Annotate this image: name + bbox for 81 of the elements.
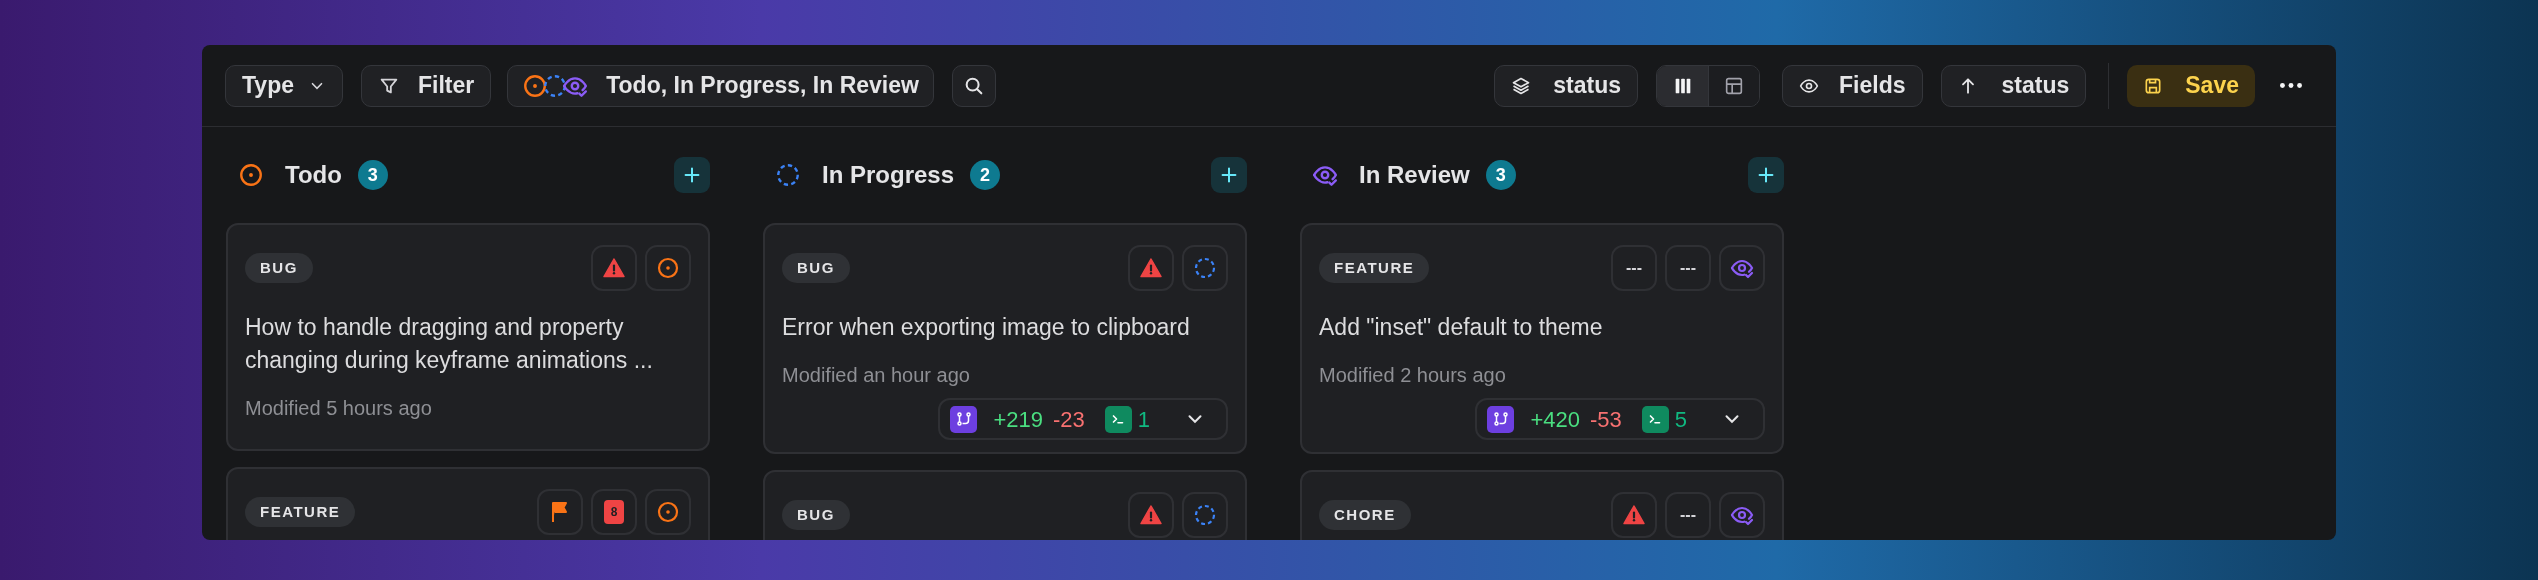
count-badge: 2 (970, 160, 1001, 190)
card-title: Add "inset" default to theme (1319, 313, 1604, 342)
property-chip[interactable] (1611, 492, 1657, 538)
type-tag: FEATURE (1319, 253, 1430, 283)
layers-icon (1511, 75, 1532, 96)
view-toggle[interactable] (1708, 65, 1760, 106)
property-chip[interactable] (537, 489, 583, 535)
count-badge: 3 (357, 160, 388, 190)
empty-value: --- (1626, 258, 1642, 278)
todo-circle-icon (238, 162, 264, 188)
dashed-circle-icon (775, 162, 801, 188)
issue-card[interactable]: BUG How to handle dragging and property changing during keyframe animations ... Modified 5 hours ago (226, 223, 710, 451)
save-button[interactable]: Save (2127, 64, 2255, 107)
property-chip[interactable] (1128, 492, 1174, 538)
type-tag: BUG (782, 500, 850, 530)
filter-button[interactable]: Filter (361, 64, 492, 107)
warning-icon (1139, 256, 1163, 280)
property-chip[interactable] (645, 489, 691, 535)
issue-card[interactable]: FEATURE 8 (226, 467, 710, 540)
type-dropdown[interactable]: Type (225, 64, 343, 107)
column-title: In Progress (822, 160, 955, 190)
count-badge: 3 (1485, 160, 1516, 190)
group-by-button[interactable]: status (1494, 64, 1639, 107)
issue-card[interactable]: FEATURE --- --- Add "inset" default to theme Modified 2 hours ago +420 -53 5 (1300, 223, 1784, 454)
terminal-icon (1641, 405, 1669, 433)
fields-button[interactable]: Fields (1782, 64, 1923, 107)
type-tag: CHORE (1319, 500, 1411, 530)
issue-card[interactable]: CHORE --- (1300, 470, 1784, 540)
property-chip[interactable] (1182, 245, 1228, 291)
pull-request-icon (950, 405, 978, 433)
todo-circle-icon (656, 256, 680, 280)
dashed-circle-icon (1193, 503, 1217, 527)
issue-card[interactable]: BUG (763, 470, 1247, 540)
sort-button[interactable]: status (1940, 64, 2087, 107)
add-card-button[interactable] (674, 157, 710, 193)
property-chip[interactable]: --- (1665, 245, 1711, 291)
additions-count: +420 (1530, 405, 1580, 434)
todo-circle-icon (522, 72, 549, 99)
card-title: Error when exporting image to clipboard (782, 313, 1191, 342)
estimate-badge: 8 (604, 500, 624, 524)
terminal-icon (1104, 405, 1132, 433)
modified-time: Modified 2 hours ago (1319, 363, 1507, 388)
warning-icon (1622, 503, 1646, 527)
pull-request-summary[interactable]: +219 -23 1 (938, 398, 1228, 440)
dashed-circle-icon (1193, 256, 1217, 280)
property-chip[interactable]: 8 (591, 489, 637, 535)
more-icon (2280, 83, 2302, 88)
add-card-button[interactable] (1748, 157, 1784, 193)
modified-time: Modified an hour ago (782, 363, 971, 388)
property-chip[interactable] (645, 245, 691, 291)
property-chip[interactable] (1128, 245, 1174, 291)
issue-card[interactable]: BUG Error when exporting image to clipboard Modified an hour ago +219 -23 1 (763, 223, 1247, 454)
empty-value: --- (1680, 505, 1696, 525)
type-tag: FEATURE (245, 497, 356, 527)
type-tag: BUG (245, 253, 313, 283)
property-chip[interactable] (1182, 492, 1228, 538)
column-title: In Review (1359, 160, 1470, 190)
warning-icon (1139, 503, 1163, 527)
type-tag: BUG (782, 253, 850, 283)
property-chip[interactable] (1719, 492, 1765, 538)
card-title: How to handle dragging and property changing during keyframe animations ... (245, 313, 654, 375)
pull-request-icon (1487, 405, 1515, 433)
modified-time: Modified 5 hours ago (245, 396, 433, 421)
deletions-count: -53 (1589, 405, 1622, 434)
pull-request-summary[interactable]: +420 -53 5 (1475, 398, 1765, 440)
add-card-button[interactable] (1211, 157, 1247, 193)
empty-value: --- (1680, 258, 1696, 278)
view-toggle[interactable] (1657, 65, 1709, 106)
property-chip[interactable] (1719, 245, 1765, 291)
todo-circle-icon (656, 500, 680, 524)
checks-count: 5 (1674, 405, 1687, 434)
search-button[interactable] (951, 64, 996, 107)
deletions-count: -23 (1052, 405, 1085, 434)
column-title: Todo (285, 160, 342, 190)
property-chip[interactable]: --- (1665, 492, 1711, 538)
checks-count: 1 (1137, 405, 1150, 434)
property-chip[interactable]: --- (1611, 245, 1657, 291)
warning-icon (602, 256, 626, 280)
additions-count: +219 (993, 405, 1043, 434)
property-chip[interactable] (591, 245, 637, 291)
status-filter-chip[interactable]: Todo, In Progress, In Review (507, 64, 934, 107)
